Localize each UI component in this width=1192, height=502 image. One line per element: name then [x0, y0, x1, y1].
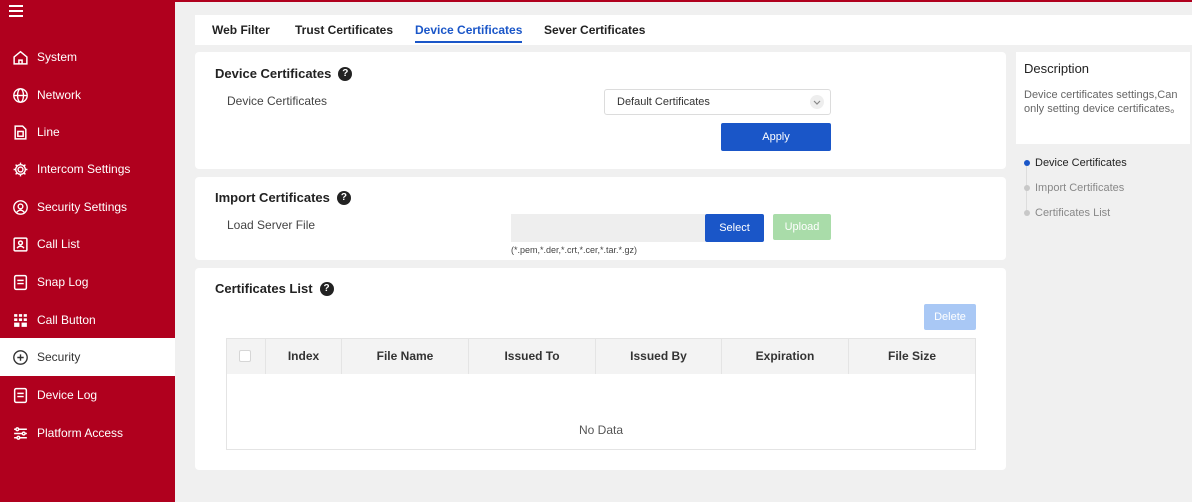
select-all-checkbox[interactable] — [239, 350, 251, 362]
select-file-button[interactable]: Select — [705, 214, 764, 242]
sidebar-item-label: Line — [37, 125, 60, 139]
column-header-issued-by[interactable]: Issued By — [595, 339, 721, 374]
column-header-issued-to[interactable]: Issued To — [468, 339, 595, 374]
description-text: Device certificates settings,Can only se… — [1024, 89, 1182, 115]
sidebar-item-label: Intercom Settings — [37, 162, 131, 176]
load-server-file-label: Load Server File — [227, 218, 316, 232]
description-panel: Description Device certificates settings… — [1016, 52, 1190, 144]
sidebar-item-network[interactable]: Network — [0, 76, 175, 114]
tab-sever-certificates[interactable]: Sever Certificates — [544, 15, 645, 45]
column-header-expiration[interactable]: Expiration — [721, 339, 848, 374]
shield-plus-icon — [12, 349, 29, 366]
globe-icon — [12, 87, 29, 104]
call-list-icon — [12, 236, 29, 253]
sliders-icon — [12, 425, 29, 442]
delete-button[interactable]: Delete — [924, 304, 976, 330]
import-certificates-panel: Import Certificates ? Load Server File S… — [195, 177, 1006, 260]
sidebar-item-device-log[interactable]: Device Log — [0, 376, 175, 414]
description-title: Description — [1024, 61, 1090, 76]
column-header-index[interactable]: Index — [265, 339, 341, 374]
document-icon — [12, 387, 29, 404]
anchor-dot — [1024, 185, 1030, 191]
column-header-file-size[interactable]: File Size — [848, 339, 975, 374]
sidebar-item-label: Call Button — [37, 313, 96, 327]
table-header: Index File Name Issued To Issued By Expi… — [227, 339, 975, 374]
anchor-certificates-list[interactable]: Certificates List — [1024, 207, 1110, 219]
file-type-hint: (*.pem,*.der,*.crt,*.cer,*.tar.*.gz) — [511, 245, 638, 255]
certificates-list-panel: Certificates List ? Delete Index File Na… — [195, 268, 1006, 470]
sidebar-item-snap-log[interactable]: Snap Log — [0, 263, 175, 301]
sidebar-item-label: Security Settings — [37, 200, 128, 214]
panel-title: Device Certificates ? — [215, 66, 353, 81]
anchor-label: Import Certificates — [1035, 182, 1125, 194]
device-certificates-label: Device Certificates — [227, 94, 328, 108]
sidebar-item-intercom-settings[interactable]: Intercom Settings — [0, 150, 175, 188]
chevron-down-icon — [810, 95, 824, 109]
panel-title: Import Certificates ? — [215, 190, 351, 205]
menu-collapse-icon[interactable] — [9, 5, 23, 17]
apply-button[interactable]: Apply — [721, 123, 831, 151]
sidebar-item-label: Platform Access — [37, 426, 124, 440]
anchor-import-certificates[interactable]: Import Certificates — [1024, 182, 1124, 194]
select-value: Default Certificates — [617, 96, 710, 108]
help-icon[interactable]: ? — [319, 281, 334, 296]
sidebar-item-label: System — [37, 50, 78, 64]
certificates-list-title: Certificates List — [215, 281, 313, 296]
top-accent-line — [175, 0, 1192, 2]
anchor-dot — [1024, 210, 1030, 216]
tab-device-certificates[interactable]: Device Certificates — [415, 15, 523, 45]
document-icon — [12, 274, 29, 291]
upload-button[interactable]: Upload — [773, 214, 831, 240]
device-certificates-panel: Device Certificates ? Device Certificate… — [195, 52, 1006, 169]
grid-button-icon — [12, 312, 29, 329]
tab-bar: Web Filter Trust Certificates Device Cer… — [195, 15, 1192, 45]
sidebar-item-system[interactable]: System — [0, 38, 175, 76]
tab-web-filter[interactable]: Web Filter — [212, 15, 270, 45]
anchor-label: Certificates List — [1035, 207, 1111, 219]
column-header-file-name[interactable]: File Name — [341, 339, 468, 374]
anchor-label: Device Certificates — [1035, 157, 1127, 169]
certificates-table: Index File Name Issued To Issued By Expi… — [226, 338, 976, 450]
sidebar-item-label: Call List — [37, 237, 80, 251]
file-path-field[interactable] — [511, 214, 705, 242]
sidebar-item-security-settings[interactable]: Security Settings — [0, 188, 175, 226]
sidebar: System Network Line Intercom Settings Se… — [0, 0, 175, 502]
device-certificates-select[interactable]: Default Certificates — [604, 89, 831, 115]
device-certificates-title: Device Certificates — [215, 66, 332, 81]
home-icon — [12, 49, 29, 66]
security-camera-icon — [12, 199, 29, 216]
anchor-dot — [1024, 160, 1030, 166]
help-icon[interactable]: ? — [338, 66, 353, 81]
sidebar-item-line[interactable]: Line — [0, 113, 175, 151]
panel-title: Certificates List ? — [215, 281, 334, 296]
anchor-device-certificates[interactable]: Device Certificates — [1024, 157, 1127, 169]
gear-icon — [12, 161, 29, 178]
sidebar-item-call-list[interactable]: Call List — [0, 225, 175, 263]
sidebar-item-label: Security — [37, 350, 81, 364]
tab-trust-certificates[interactable]: Trust Certificates — [295, 15, 393, 45]
sidebar-item-label: Network — [37, 88, 82, 102]
import-certificates-title: Import Certificates — [215, 190, 330, 205]
sidebar-item-label: Snap Log — [37, 275, 89, 289]
sim-card-icon — [12, 124, 29, 141]
sidebar-item-security[interactable]: Security — [0, 338, 175, 376]
help-icon[interactable]: ? — [336, 190, 351, 205]
sidebar-item-platform-access[interactable]: Platform Access — [0, 414, 175, 452]
empty-state-text: No Data — [578, 423, 624, 437]
sidebar-item-call-button[interactable]: Call Button — [0, 301, 175, 339]
select-all-cell — [227, 339, 265, 374]
sidebar-item-label: Device Log — [37, 388, 98, 402]
